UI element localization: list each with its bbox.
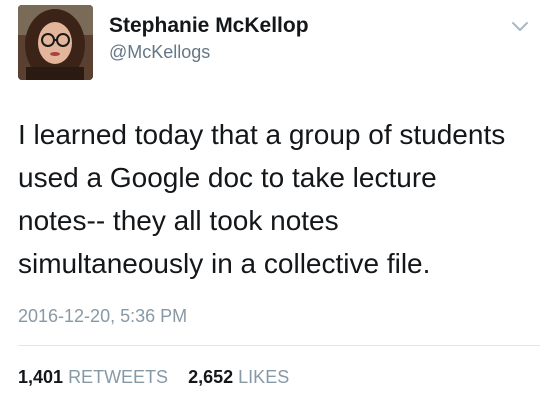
tweet-text-line: simultaneously in a collective file.	[18, 248, 431, 279]
retweets-count: 1,401	[18, 367, 64, 387]
tweet-text: I learned today that a group of students…	[18, 113, 533, 285]
chevron-down-icon[interactable]	[510, 20, 530, 34]
retweets-label: RETWEETS	[68, 367, 169, 387]
likes-label: LIKES	[238, 367, 290, 387]
tweet-timestamp[interactable]: 2016-12-20, 5:36 PM	[18, 306, 187, 327]
user-handle[interactable]: @McKellogs	[109, 42, 210, 63]
likes-count: 2,652	[188, 367, 234, 387]
display-name[interactable]: Stephanie McKellop	[109, 14, 309, 38]
tweet-text-line: I learned today that a group of students	[18, 119, 506, 150]
tweet-text-line: notes-- they all took notes	[18, 205, 339, 236]
tweet-text-line: used a Google doc to take lecture	[18, 162, 437, 193]
retweets-stat[interactable]: 1,401 RETWEETS	[18, 367, 168, 388]
tweet-card: Stephanie McKellop @McKellogs I learned …	[0, 0, 540, 400]
avatar[interactable]	[18, 5, 93, 80]
likes-stat[interactable]: 2,652 LIKES	[188, 367, 289, 388]
tweet-stats: 1,401 RETWEETS 2,652 LIKES	[18, 367, 289, 388]
divider	[18, 345, 540, 346]
profile-photo-icon	[18, 5, 93, 80]
